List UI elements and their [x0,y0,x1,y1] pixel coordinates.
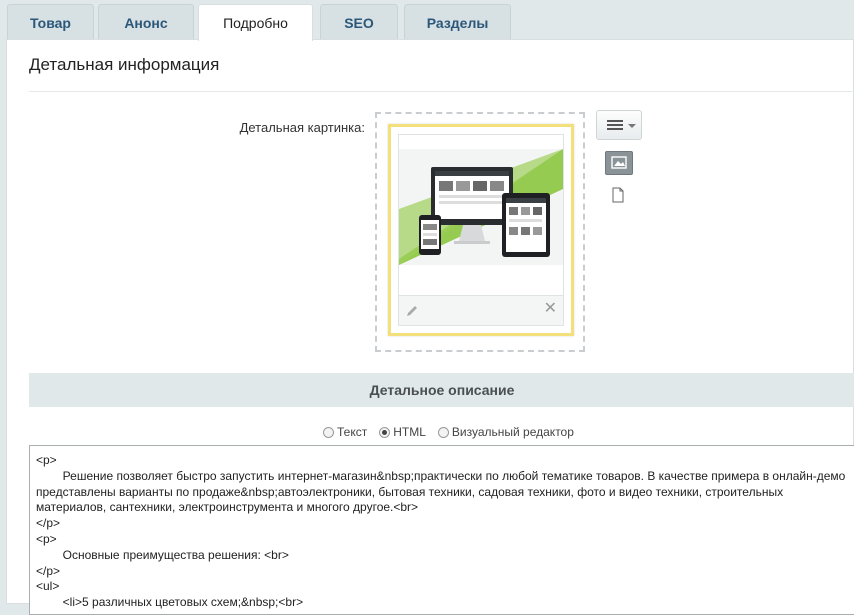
detail-picture-label: Детальная картинка: [239,120,365,135]
pencil-icon[interactable] [405,304,419,318]
hamburger-menu-icon [607,120,623,130]
code-line: <li>5 различных цветовых схем;&nbsp;<br> [36,595,304,610]
code-line: </p> [36,563,61,578]
tab-seo[interactable]: SEO [320,4,398,40]
product-thumbnail-image [399,149,563,265]
radio-text[interactable] [323,426,334,438]
mode-text-label: Текст [337,425,368,439]
image-preview-frame: ✕ [388,124,574,336]
tab-details[interactable]: Подробно [198,4,313,41]
mode-html-option[interactable]: HTML [379,425,426,439]
radio-visual[interactable] [437,426,449,438]
tab-bar: Товар Анонс Подробно SEO Разделы [0,0,854,41]
image-type-button[interactable] [605,151,633,175]
mode-visual-option[interactable]: Визуальный редактор [437,425,574,439]
section-title: Детальная информация [29,55,220,74]
mode-text-option[interactable]: Текст [323,425,367,439]
tab-announce[interactable]: Анонс [98,4,194,40]
code-line: <ul> [36,579,60,594]
image-icon [611,156,627,169]
image-menu-button[interactable] [596,110,642,140]
code-line: Решение позволяет быстро запустить интер… [36,468,849,515]
code-line: Основные преимущества решения: <br> [36,547,289,562]
editor-mode-selector: Текст HTML Визуальный редактор [323,425,586,439]
description-html-textarea[interactable]: <p> Решение позволяет быстро запустить и… [29,445,854,615]
chevron-down-icon [628,124,636,128]
mode-html-label: HTML [393,425,426,439]
divider [29,91,854,92]
mode-visual-label: Визуальный редактор [451,425,574,439]
tab-sections[interactable]: Разделы [404,4,511,40]
image-preview[interactable] [398,134,564,296]
close-icon[interactable]: ✕ [544,300,557,318]
code-line: <p> [36,531,57,546]
detail-description-header: Детальное описание [29,373,854,407]
file-icon[interactable] [612,187,624,203]
image-actions-bar: ✕ [398,296,564,326]
details-panel: Детальная информация Детальная картинка: [6,39,854,615]
code-line: </p> [36,516,61,531]
tab-product[interactable]: Товар [7,4,94,40]
radio-html[interactable] [379,426,391,438]
image-drop-zone[interactable]: ✕ [375,112,585,352]
code-line: <p> [36,453,57,467]
